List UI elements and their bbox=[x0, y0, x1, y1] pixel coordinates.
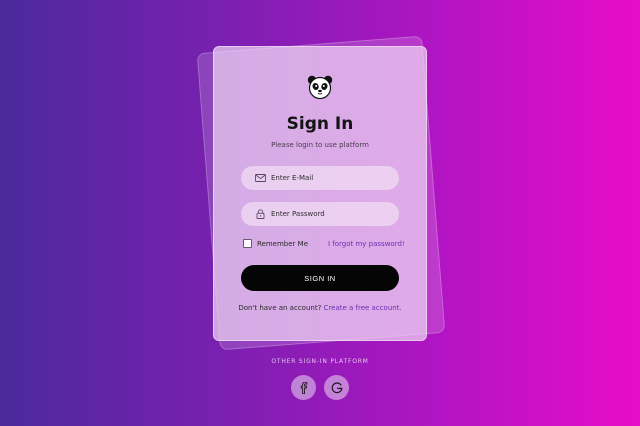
google-signin-button[interactable] bbox=[324, 375, 349, 400]
no-account-text: Don't have an account? bbox=[238, 304, 322, 312]
forgot-password-link[interactable]: I forgot my password! bbox=[328, 240, 405, 248]
lock-icon bbox=[253, 207, 267, 221]
remember-me-checkbox[interactable] bbox=[243, 239, 252, 248]
google-icon bbox=[331, 381, 342, 393]
create-account-link[interactable]: Create a free account. bbox=[324, 304, 402, 312]
facebook-signin-button[interactable] bbox=[291, 375, 316, 400]
page-subtitle: Please login to use platform bbox=[271, 141, 369, 149]
other-platform-label: OTHER SIGN-IN PLATFORM bbox=[271, 358, 369, 365]
remember-me[interactable]: Remember Me bbox=[243, 239, 308, 248]
panda-logo-icon bbox=[307, 75, 333, 100]
signup-prompt: Don't have an account? Create a free acc… bbox=[213, 304, 427, 312]
page-title: Sign In bbox=[286, 114, 354, 134]
password-field-wrapper[interactable] bbox=[241, 202, 399, 226]
email-input[interactable] bbox=[271, 174, 391, 182]
facebook-icon bbox=[300, 381, 307, 394]
email-field-wrapper[interactable] bbox=[241, 166, 399, 190]
mail-icon bbox=[253, 171, 267, 185]
sign-in-button[interactable]: SIGN IN bbox=[241, 265, 399, 291]
password-input[interactable] bbox=[271, 210, 391, 218]
remember-me-label: Remember Me bbox=[257, 239, 308, 248]
